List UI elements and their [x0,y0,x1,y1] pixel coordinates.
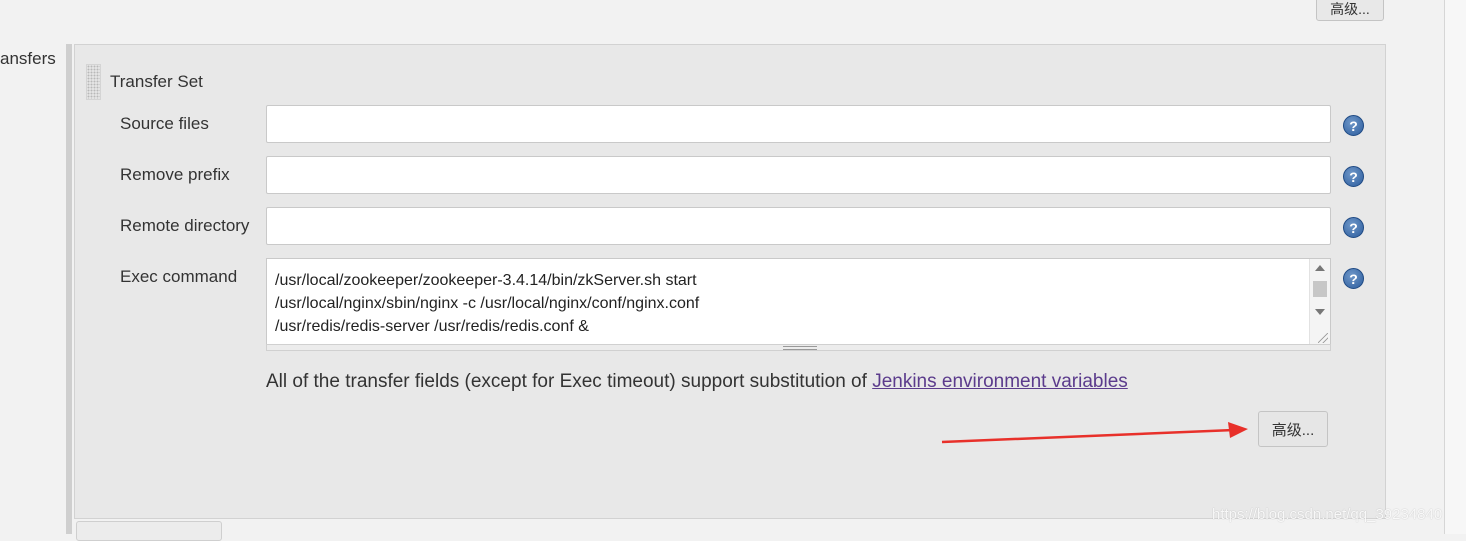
remote-directory-input[interactable] [266,207,1331,245]
jenkins-env-vars-link[interactable]: Jenkins environment variables [872,371,1128,392]
advanced-button-top[interactable]: 高级... [1316,0,1384,21]
section-label: ansfers [0,49,56,68]
source-files-label: Source files [120,114,209,133]
exec-command-text[interactable]: /usr/local/zookeeper/zookeeper-3.4.14/bi… [275,269,699,338]
remote-directory-label: Remote directory [120,216,250,235]
add-transfer-set-button[interactable] [76,521,222,541]
exec-command-label: Exec command [120,267,238,286]
scroll-down-arrow-icon[interactable] [1315,309,1325,315]
source-files-help-icon[interactable]: ? [1343,115,1364,136]
remove-prefix-input[interactable] [266,156,1331,194]
section-rail [66,44,72,534]
advanced-button[interactable]: 高级... [1258,411,1328,447]
page-scrollbar-track[interactable] [1444,0,1466,534]
exec-command-textarea[interactable]: /usr/local/zookeeper/zookeeper-3.4.14/bi… [266,258,1331,346]
resize-grip-icon[interactable] [1318,333,1328,343]
remove-prefix-help-icon[interactable]: ? [1343,166,1364,187]
expand-grip-icon [783,346,817,350]
watermark: https://blog.csdn.net/qq_39234840 [1212,506,1443,523]
drag-handle-icon[interactable] [86,64,101,100]
textarea-expand-handle[interactable] [266,344,1331,351]
substitution-info-text: All of the transfer fields (except for E… [266,371,873,392]
remote-directory-help-icon[interactable]: ? [1343,217,1364,238]
transfer-set-title: Transfer Set [110,72,203,91]
red-arrow-annotation [941,422,1248,444]
remove-prefix-label: Remove prefix [120,165,230,184]
source-files-input[interactable] [266,105,1331,143]
scroll-up-arrow-icon[interactable] [1315,265,1325,271]
scroll-thumb[interactable] [1313,281,1327,297]
exec-command-help-icon[interactable]: ? [1343,268,1364,289]
substitution-info: All of the transfer fields (except for E… [266,371,1128,393]
